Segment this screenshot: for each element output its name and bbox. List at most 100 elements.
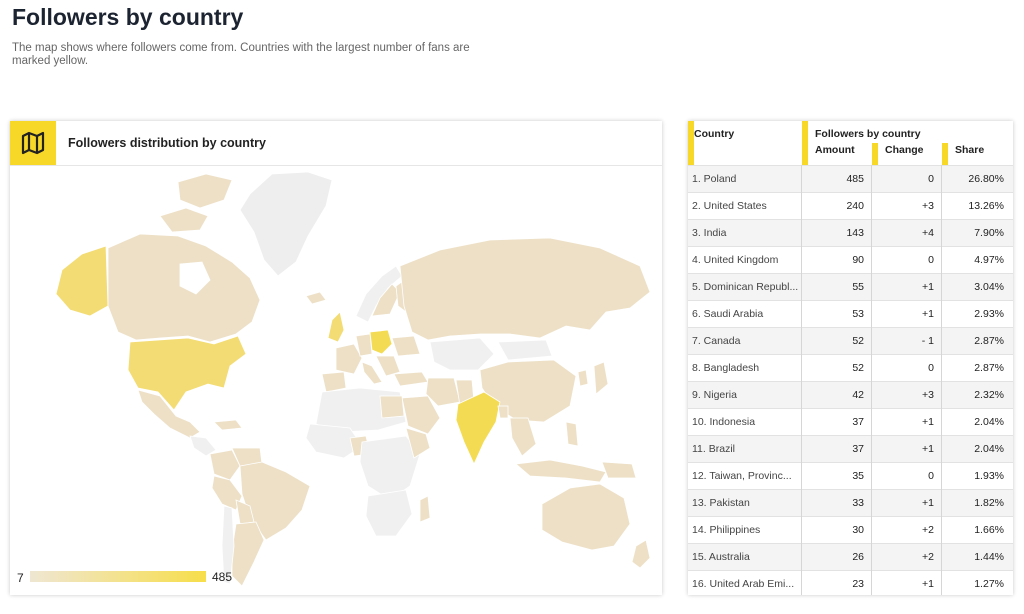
country-japan[interactable] — [593, 361, 609, 395]
country-united-kingdom[interactable] — [327, 311, 345, 343]
table-row[interactable]: 2. United States 240 +3 13.26% — [688, 192, 1013, 220]
country-mongolia[interactable] — [497, 339, 553, 361]
column-header-country[interactable]: Country — [694, 128, 734, 140]
table-row[interactable]: 10. Indonesia 37 +1 2.04% — [688, 408, 1013, 436]
change-cell: 0 — [928, 362, 934, 374]
legend-min-value: 7 — [17, 571, 24, 585]
share-cell: 4.97% — [974, 254, 1004, 266]
country-alaska[interactable] — [55, 245, 109, 317]
country-canada-islands-2[interactable] — [159, 207, 209, 233]
change-cell: 0 — [928, 173, 934, 185]
country-italy[interactable] — [361, 361, 383, 385]
amount-cell: 42 — [852, 389, 864, 401]
country-cell: 14. Philippines — [692, 524, 761, 536]
country-egypt[interactable] — [379, 395, 405, 419]
country-australia[interactable] — [541, 483, 631, 551]
column-group-header: Followers by country — [815, 128, 921, 140]
header-accent-share — [942, 143, 948, 165]
amount-cell: 55 — [852, 281, 864, 293]
country-canada-islands[interactable] — [177, 173, 233, 209]
country-bangladesh[interactable] — [497, 405, 509, 419]
country-iceland[interactable] — [305, 291, 327, 305]
page-title: Followers by country — [12, 4, 244, 30]
share-cell: 7.90% — [974, 227, 1004, 239]
column-header-amount[interactable]: Amount — [815, 144, 855, 156]
country-cell: 12. Taiwan, Provinc... — [692, 470, 792, 482]
country-southern-africa[interactable] — [365, 489, 413, 537]
country-cell: 15. Australia — [692, 551, 750, 563]
table-row[interactable]: 1. Poland 485 0 26.80% — [688, 165, 1013, 193]
amount-cell: 37 — [852, 443, 864, 455]
share-cell: 3.04% — [974, 281, 1004, 293]
table-row[interactable]: 3. India 143 +4 7.90% — [688, 219, 1013, 247]
table-row[interactable]: 16. United Arab Emi... 23 +1 1.27% — [688, 570, 1013, 595]
change-cell: +1 — [922, 308, 934, 320]
country-argentina[interactable] — [231, 521, 265, 587]
share-cell: 2.87% — [974, 335, 1004, 347]
country-greenland[interactable] — [239, 171, 333, 277]
country-cell: 9. Nigeria — [692, 389, 737, 401]
country-philippines[interactable] — [565, 421, 579, 447]
change-cell: 0 — [928, 254, 934, 266]
amount-cell: 30 — [852, 524, 864, 536]
country-new-zealand[interactable] — [631, 539, 651, 569]
change-cell: +3 — [922, 200, 934, 212]
table-row[interactable]: 8. Bangladesh 52 0 2.87% — [688, 354, 1013, 382]
table-row[interactable]: 6. Saudi Arabia 53 +1 2.93% — [688, 300, 1013, 328]
map-icon — [10, 121, 56, 165]
legend-max-value: 485 — [212, 570, 233, 584]
amount-cell: 90 — [852, 254, 864, 266]
map-card: Followers distribution by country 7 485 — [10, 121, 662, 595]
amount-cell: 485 — [846, 173, 864, 185]
country-kazakhstan[interactable] — [429, 337, 495, 371]
amount-cell: 52 — [852, 362, 864, 374]
country-madagascar[interactable] — [419, 495, 431, 523]
amount-cell: 33 — [852, 497, 864, 509]
country-poland[interactable] — [369, 329, 393, 355]
country-balkans[interactable] — [375, 355, 401, 377]
table-row[interactable]: 7. Canada 52 - 1 2.87% — [688, 327, 1013, 355]
table-row[interactable]: 14. Philippines 30 +2 1.66% — [688, 516, 1013, 544]
country-indonesia[interactable] — [515, 459, 607, 483]
table-row[interactable]: 11. Brazil 37 +1 2.04% — [688, 435, 1013, 463]
table-row[interactable]: 5. Dominican Republ... 55 +1 3.04% — [688, 273, 1013, 301]
amount-cell: 143 — [846, 227, 864, 239]
change-cell: +2 — [922, 551, 934, 563]
column-header-change[interactable]: Change — [885, 144, 924, 156]
country-korea[interactable] — [577, 369, 589, 387]
country-spain[interactable] — [321, 371, 347, 393]
change-cell: +1 — [922, 578, 934, 590]
country-caribbean[interactable] — [213, 419, 243, 431]
map-card-header: Followers distribution by country — [10, 121, 662, 166]
share-cell: 1.82% — [974, 497, 1004, 509]
table-row[interactable]: 9. Nigeria 42 +3 2.32% — [688, 381, 1013, 409]
country-turkey[interactable] — [393, 371, 429, 387]
table-row[interactable]: 4. United Kingdom 90 0 4.97% — [688, 246, 1013, 274]
map-card-title: Followers distribution by country — [68, 136, 266, 150]
amount-cell: 53 — [852, 308, 864, 320]
country-southeast-asia[interactable] — [509, 417, 537, 457]
country-new-guinea[interactable] — [601, 461, 637, 479]
country-russia[interactable] — [399, 237, 651, 341]
table-row[interactable]: 12. Taiwan, Provinc... 35 0 1.93% — [688, 462, 1013, 490]
country-cell: 16. United Arab Emi... — [692, 578, 795, 590]
country-india[interactable] — [455, 391, 501, 465]
change-cell: +2 — [922, 524, 934, 536]
amount-cell: 23 — [852, 578, 864, 590]
table-row[interactable]: 13. Pakistan 33 +1 1.82% — [688, 489, 1013, 517]
country-cell: 13. Pakistan — [692, 497, 750, 509]
followers-table: Country Followers by country Amount Chan… — [688, 121, 1013, 595]
share-cell: 2.04% — [974, 416, 1004, 428]
table-row[interactable]: 15. Australia 26 +2 1.44% — [688, 543, 1013, 571]
country-cell: 1. Poland — [692, 173, 737, 185]
country-ukraine[interactable] — [391, 335, 421, 357]
legend-gradient-bar — [30, 571, 206, 582]
amount-cell: 37 — [852, 416, 864, 428]
change-cell: - 1 — [921, 335, 934, 347]
world-map[interactable]: 7 485 — [10, 166, 662, 595]
column-header-share[interactable]: Share — [955, 144, 984, 156]
country-central-america[interactable] — [189, 435, 217, 457]
country-cell: 5. Dominican Republ... — [692, 281, 799, 293]
change-cell: +1 — [922, 281, 934, 293]
country-cell: 3. India — [692, 227, 727, 239]
